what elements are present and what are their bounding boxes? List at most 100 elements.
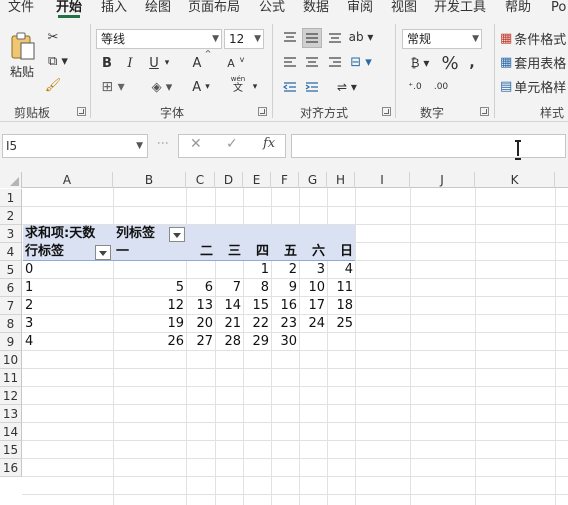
pivot-value-cell[interactable]: 3 xyxy=(299,261,325,279)
pivot-value-cell[interactable]: 18 xyxy=(327,297,353,315)
pivot-row-label[interactable]: 行标签 xyxy=(25,243,64,261)
decrease-indent-button[interactable] xyxy=(281,78,299,96)
tab-review[interactable]: 审阅 xyxy=(347,0,373,18)
align-center-button[interactable] xyxy=(303,53,321,71)
pivot-value-field[interactable]: 求和项:天数 xyxy=(25,225,95,243)
worksheet-grid[interactable]: A B C D E F G H I J K 1 2 3 4 5 6 7 8 9 … xyxy=(0,172,568,505)
row-filter-dropdown-icon[interactable] xyxy=(95,245,111,260)
row-header-15[interactable]: 15 xyxy=(0,441,22,459)
percent-button[interactable]: % xyxy=(440,52,460,74)
pivot-value-cell[interactable]: 21 xyxy=(215,315,241,333)
pivot-value-cell[interactable]: 23 xyxy=(271,315,297,333)
row-header-7[interactable]: 7 xyxy=(0,297,22,315)
shrink-font-button[interactable]: A xyxy=(224,54,238,72)
pivot-value-cell[interactable]: 20 xyxy=(186,315,213,333)
row-header-11[interactable]: 11 xyxy=(0,369,22,387)
row-header-4[interactable]: 4 xyxy=(0,243,22,261)
pivot-value-cell[interactable]: 22 xyxy=(243,315,269,333)
copy-button[interactable]: ⧉ ▾ xyxy=(42,52,74,70)
pivot-value-cell[interactable]: 12 xyxy=(113,297,184,315)
pivot-value-cell[interactable] xyxy=(299,333,325,351)
enter-button[interactable]: ✓ xyxy=(226,136,238,152)
column-header-k[interactable]: K xyxy=(475,172,555,188)
pivot-value-cell[interactable] xyxy=(186,261,213,279)
pivot-row-label-cell[interactable]: 3 xyxy=(25,315,33,333)
row-header-9[interactable]: 9 xyxy=(0,333,22,351)
row-header-6[interactable]: 6 xyxy=(0,279,22,297)
pivot-value-cell[interactable]: 6 xyxy=(186,279,213,297)
number-format-combo[interactable]: 常规 ▼ xyxy=(402,29,482,49)
column-header-b[interactable]: B xyxy=(113,172,186,188)
column-filter-dropdown-icon[interactable] xyxy=(169,227,185,242)
phonetic-button[interactable]: wén 文 xyxy=(226,73,250,95)
insert-function-button[interactable]: fx xyxy=(263,136,275,151)
name-box[interactable]: I5 ▼ xyxy=(2,134,148,158)
column-header-c[interactable]: C xyxy=(186,172,215,188)
comma-style-button[interactable]: , xyxy=(464,54,480,72)
align-middle-button[interactable] xyxy=(302,28,322,48)
pivot-value-cell[interactable]: 25 xyxy=(327,315,353,333)
column-header-f[interactable]: F xyxy=(271,172,299,188)
tab-data[interactable]: 数据 xyxy=(303,0,329,18)
tab-page-layout[interactable]: 页面布局 xyxy=(188,0,240,18)
pivot-value-cell[interactable] xyxy=(215,261,241,279)
alignment-launcher-icon[interactable] xyxy=(382,107,391,116)
wrap-text-button[interactable]: ⇌ ▾ xyxy=(332,78,362,96)
row-header-13[interactable]: 13 xyxy=(0,405,22,423)
column-header-i[interactable]: I xyxy=(355,172,410,188)
pivot-row-label-cell[interactable]: 1 xyxy=(25,279,33,297)
row-header-3[interactable]: 3 xyxy=(0,225,22,243)
pivot-value-cell[interactable]: 13 xyxy=(186,297,213,315)
borders-button[interactable]: ⊞ ▾ xyxy=(99,78,127,96)
row-header-8[interactable]: 8 xyxy=(0,315,22,333)
pivot-value-cell[interactable]: 15 xyxy=(243,297,269,315)
merge-center-button[interactable]: ⊟ ▾ xyxy=(348,53,374,71)
tab-file[interactable]: 文件 xyxy=(8,0,34,18)
tab-home[interactable]: 开始 xyxy=(56,0,82,18)
pivot-row-label-cell[interactable]: 4 xyxy=(25,333,33,351)
cancel-button[interactable]: ✕ xyxy=(190,136,202,152)
tab-formulas[interactable]: 公式 xyxy=(259,0,285,18)
pivot-value-cell[interactable]: 26 xyxy=(113,333,184,351)
row-header-10[interactable]: 10 xyxy=(0,351,22,369)
column-header-j[interactable]: J xyxy=(410,172,475,188)
pivot-value-cell[interactable]: 7 xyxy=(215,279,241,297)
row-header-12[interactable]: 12 xyxy=(0,387,22,405)
font-launcher-icon[interactable] xyxy=(258,107,267,116)
font-size-combo[interactable]: 12 ▼ xyxy=(224,29,264,49)
pivot-row-label-cell[interactable]: 2 xyxy=(25,297,33,315)
row-header-16[interactable]: 16 xyxy=(0,459,22,477)
row-header-5[interactable]: 5 xyxy=(0,261,22,279)
pivot-value-cell[interactable]: 8 xyxy=(243,279,269,297)
grow-font-button[interactable]: A xyxy=(190,54,204,72)
underline-button[interactable]: U xyxy=(146,54,162,72)
row-header-2[interactable]: 2 xyxy=(0,207,22,225)
format-painter-button[interactable]: 🖌 xyxy=(44,76,62,94)
pivot-value-cell[interactable]: 28 xyxy=(215,333,241,351)
underline-dropdown-icon[interactable]: ▾ xyxy=(162,54,172,72)
pivot-value-cell[interactable] xyxy=(113,261,184,279)
bold-button[interactable]: B xyxy=(99,54,115,72)
column-header-e[interactable]: E xyxy=(243,172,271,188)
tab-help[interactable]: 帮助 xyxy=(505,0,531,18)
row-header-1[interactable]: 1 xyxy=(0,189,22,207)
clipboard-launcher-icon[interactable] xyxy=(77,107,86,116)
font-color-button[interactable]: A ▾ xyxy=(186,78,216,96)
splitter-handle[interactable]: ⋮ xyxy=(156,137,170,149)
pivot-value-cell[interactable]: 17 xyxy=(299,297,325,315)
align-bottom-button[interactable] xyxy=(326,28,344,46)
pivot-value-cell[interactable]: 9 xyxy=(271,279,297,297)
pivot-value-cell[interactable]: 11 xyxy=(327,279,353,297)
tab-draw[interactable]: 绘图 xyxy=(145,0,171,18)
pivot-value-cell[interactable]: 30 xyxy=(271,333,297,351)
conditional-formatting-button[interactable]: ▦ 条件格式 xyxy=(500,28,568,48)
column-header-h[interactable]: H xyxy=(327,172,355,188)
pivot-value-cell[interactable]: 2 xyxy=(271,261,297,279)
pivot-value-cell[interactable]: 24 xyxy=(299,315,325,333)
pivot-value-cell[interactable]: 5 xyxy=(113,279,184,297)
pivot-row-label-cell[interactable]: 0 xyxy=(25,261,33,279)
pivot-value-cell[interactable]: 29 xyxy=(243,333,269,351)
decrease-decimal-button[interactable]: .00 xyxy=(430,78,452,96)
pivot-value-cell[interactable]: 14 xyxy=(215,297,241,315)
pivot-value-cell[interactable]: 10 xyxy=(299,279,325,297)
